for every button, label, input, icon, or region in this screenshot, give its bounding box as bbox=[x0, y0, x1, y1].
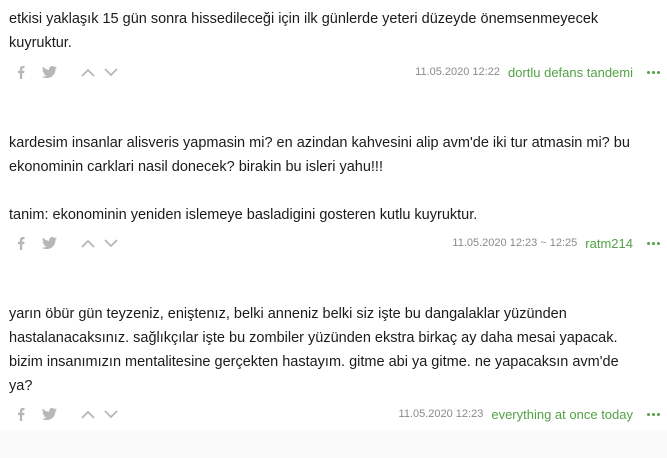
entry-actions bbox=[9, 407, 119, 421]
chevron-up-icon[interactable] bbox=[80, 68, 96, 77]
facebook-icon[interactable] bbox=[14, 407, 28, 421]
entry-author[interactable]: everything at once today bbox=[491, 407, 633, 422]
entry-author[interactable]: ratm214 bbox=[585, 236, 633, 251]
entry-author[interactable]: dortlu defans tandemi bbox=[508, 65, 633, 80]
entry-date[interactable]: 11.05.2020 12:23 ~ 12:25 bbox=[452, 237, 577, 249]
entry-content: kardesim insanlar alisveris yapmasin mi?… bbox=[9, 131, 661, 227]
more-dots-icon[interactable] bbox=[647, 241, 661, 245]
chevron-down-icon[interactable] bbox=[103, 409, 119, 419]
entry-content: etkisi yaklaşık 15 gün sonra hissedilece… bbox=[9, 7, 661, 55]
entry-2: kardesim insanlar alisveris yapmasin mi?… bbox=[9, 131, 661, 251]
entry-text-line: ekonominin carklari nasil donecek? birak… bbox=[9, 159, 383, 175]
page-bottom-band bbox=[0, 430, 667, 458]
entry-footer: 11.05.2020 12:23 ~ 12:25 ratm214 bbox=[9, 233, 661, 253]
entry-text-line: yarın öbür gün teyzeniz, eniştenız, belk… bbox=[9, 306, 567, 322]
entry-footer: 11.05.2020 12:23 everything at once toda… bbox=[9, 404, 661, 424]
chevron-up-icon[interactable] bbox=[80, 239, 96, 248]
facebook-icon[interactable] bbox=[14, 65, 28, 79]
twitter-icon[interactable] bbox=[40, 408, 58, 420]
more-dots-icon[interactable] bbox=[647, 70, 661, 74]
twitter-icon[interactable] bbox=[40, 66, 58, 78]
entry-date[interactable]: 11.05.2020 12:23 bbox=[399, 408, 484, 420]
entry-text-line: bizim insanımızın mentalitesine gerçekte… bbox=[9, 354, 619, 370]
entry-content: yarın öbür gün teyzeniz, eniştenız, belk… bbox=[9, 302, 661, 398]
entry-actions bbox=[9, 65, 119, 79]
entry-3: yarın öbür gün teyzeniz, eniştenız, belk… bbox=[9, 302, 661, 422]
twitter-icon[interactable] bbox=[40, 237, 58, 249]
entry-date[interactable]: 11.05.2020 12:22 bbox=[415, 66, 500, 78]
entry-text-line: hastalanacaksınız. sağlıkçılar işte bu z… bbox=[9, 330, 618, 346]
entry-text-line: ya? bbox=[9, 378, 33, 394]
entry-text-line: kuyruktur. bbox=[9, 35, 72, 51]
entry-actions bbox=[9, 236, 119, 250]
chevron-up-icon[interactable] bbox=[80, 410, 96, 419]
chevron-down-icon[interactable] bbox=[103, 238, 119, 248]
entry-text-line: kardesim insanlar alisveris yapmasin mi?… bbox=[9, 135, 630, 151]
entry-text-line: tanim: ekonominin yeniden islemeye basla… bbox=[9, 207, 478, 223]
entry-1: etkisi yaklaşık 15 gün sonra hissedilece… bbox=[9, 7, 661, 80]
more-dots-icon[interactable] bbox=[647, 412, 661, 416]
facebook-icon[interactable] bbox=[14, 236, 28, 250]
chevron-down-icon[interactable] bbox=[103, 67, 119, 77]
entry-text-line: etkisi yaklaşık 15 gün sonra hissedilece… bbox=[9, 11, 599, 27]
entry-footer: 11.05.2020 12:22 dortlu defans tandemi bbox=[9, 62, 661, 82]
